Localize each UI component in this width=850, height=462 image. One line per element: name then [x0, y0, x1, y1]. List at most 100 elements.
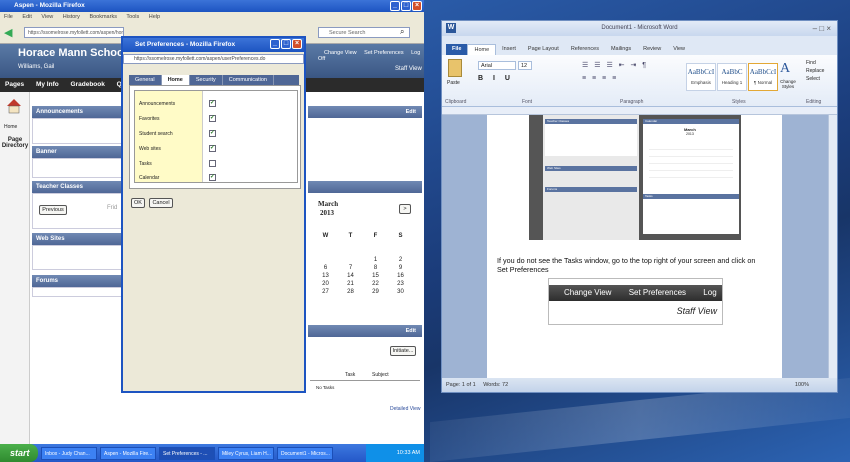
calendar-day[interactable]: 1	[363, 256, 388, 264]
tab-home[interactable]: Home	[467, 44, 497, 55]
maximize-icon[interactable]: □	[401, 1, 411, 11]
paste-icon[interactable]	[448, 59, 462, 77]
tab-view[interactable]: View	[667, 44, 691, 55]
menu-file[interactable]: File	[4, 14, 13, 20]
checkbox-calendar[interactable]: ✓	[209, 174, 216, 181]
checkbox-tasks[interactable]	[209, 160, 216, 167]
calendar-day[interactable]: 13	[313, 272, 338, 280]
change-styles-label[interactable]: Change Styles	[777, 79, 799, 89]
start-button[interactable]: start	[0, 444, 38, 462]
search-input[interactable]: Secure Search	[318, 27, 410, 38]
calendar-day[interactable]: 29	[363, 288, 388, 296]
minimize-icon[interactable]: _	[270, 39, 280, 49]
tab-mailings[interactable]: Mailings	[605, 44, 637, 55]
home-label[interactable]: Home	[4, 124, 17, 130]
find-button[interactable]: Find	[806, 59, 824, 67]
change-view-link[interactable]: Change View	[324, 50, 357, 56]
tab-my-info[interactable]: My Info	[31, 78, 64, 92]
page-directory-link[interactable]: Page Directory	[1, 137, 29, 149]
tab-gradebook[interactable]: Gradebook	[66, 78, 110, 92]
cancel-button[interactable]: Cancel	[149, 198, 173, 208]
calendar-day[interactable]: 20	[313, 280, 338, 288]
calendar-day[interactable]: 14	[338, 272, 363, 280]
tab-pages[interactable]: Pages	[0, 78, 29, 92]
home-icon[interactable]	[6, 98, 22, 114]
tab-home[interactable]: Home	[161, 75, 190, 85]
close-icon[interactable]: ×	[292, 39, 302, 49]
font-name-select[interactable]: Arial	[478, 61, 516, 70]
set-preferences-link[interactable]: Set Preferences	[364, 50, 403, 56]
taskbar-item-inbox[interactable]: Inbox - Judy Chan...	[41, 446, 97, 460]
menu-help[interactable]: Help	[149, 14, 160, 20]
font-size-select[interactable]: 12	[518, 61, 532, 70]
zoom-level[interactable]: 100%	[795, 378, 809, 392]
style-emphasis[interactable]: AaBbCcI Emphasis	[686, 63, 716, 91]
word-window-controls[interactable]: – □ ×	[813, 21, 831, 36]
checkbox-announcements[interactable]: ✓	[209, 100, 216, 107]
menu-tools[interactable]: Tools	[126, 14, 139, 20]
calendar-day[interactable]: 21	[338, 280, 363, 288]
calendar-year: 2013	[320, 209, 334, 217]
taskbar-item-set-preferences[interactable]: Set Preferences - ...	[159, 446, 215, 460]
style-heading-1[interactable]: AaBbC Heading 1	[717, 63, 747, 91]
style-normal[interactable]: AaBbCcI ¶ Normal	[748, 63, 778, 91]
menu-bookmarks[interactable]: Bookmarks	[89, 14, 117, 20]
menu-view[interactable]: View	[41, 14, 53, 20]
minimize-icon[interactable]: _	[390, 1, 400, 11]
calendar-day[interactable]: 27	[313, 288, 338, 296]
checkbox-web-sites[interactable]: ✓	[209, 145, 216, 152]
document-text[interactable]: If you do not see the Tasks window, go t…	[497, 256, 767, 274]
calendar-day[interactable]	[313, 256, 338, 264]
calendar-day[interactable]: 30	[388, 288, 413, 296]
replace-button[interactable]: Replace	[806, 67, 824, 75]
calendar-day[interactable]: 2	[388, 256, 413, 264]
maximize-icon[interactable]: □	[281, 39, 291, 49]
taskbar-item-document1[interactable]: Document1 - Micros...	[277, 446, 333, 460]
align-buttons[interactable]: ≡ ≡ ≡ ≡	[582, 75, 618, 82]
calendar-day[interactable]: 22	[363, 280, 388, 288]
address-bar[interactable]: https://ssomelrose.myfollett.com/aspen/h…	[24, 27, 124, 38]
taskbar-item-miley[interactable]: Miley Cyrus, Liam H...	[218, 446, 274, 460]
edit-link[interactable]: Edit	[406, 106, 416, 118]
back-arrow-icon[interactable]: ◀	[4, 26, 12, 39]
tab-review[interactable]: Review	[637, 44, 667, 55]
tab-general[interactable]: General	[129, 75, 162, 85]
calendar-day[interactable]: 28	[338, 288, 363, 296]
paste-label[interactable]: Paste	[447, 80, 460, 86]
vertical-scrollbar[interactable]	[828, 115, 837, 378]
close-icon[interactable]: ×	[412, 1, 422, 11]
tab-insert[interactable]: Insert	[496, 44, 522, 55]
thumb-year: 2013	[686, 132, 694, 136]
menu-history[interactable]: History	[63, 14, 80, 20]
ok-button[interactable]: OK	[131, 198, 145, 208]
tab-page-layout[interactable]: Page Layout	[522, 44, 565, 55]
taskbar-item-aspen[interactable]: Aspen - Mozilla Fire...	[100, 446, 156, 460]
calendar-day[interactable]: 8	[363, 264, 388, 272]
calendar-day[interactable]	[338, 256, 363, 264]
previous-button[interactable]: Previous	[39, 205, 67, 215]
format-buttons[interactable]: B I U	[478, 75, 514, 82]
tasks-edit-link[interactable]: Edit	[406, 325, 416, 337]
checkbox-favorites[interactable]: ✓	[209, 115, 216, 122]
calendar-day[interactable]: 6	[313, 264, 338, 272]
status-words[interactable]: Words: 72	[483, 382, 508, 388]
select-button[interactable]: Select	[806, 75, 824, 83]
tab-references[interactable]: References	[565, 44, 605, 55]
initiate-button[interactable]: Initiate...	[390, 346, 416, 356]
menu-edit[interactable]: Edit	[22, 14, 31, 20]
change-styles-icon[interactable]: A	[780, 61, 790, 77]
detailed-view-link[interactable]: Detailed View	[390, 406, 420, 412]
tab-communication[interactable]: Communication	[223, 75, 274, 85]
list-buttons[interactable]: ☰ ☰ ☰ ⇤ ⇥ ¶	[582, 61, 648, 69]
calendar-day[interactable]: 7	[338, 264, 363, 272]
tab-security[interactable]: Security	[190, 75, 223, 85]
checkbox-student-search[interactable]: ✓	[209, 130, 216, 137]
calendar-day[interactable]: 15	[363, 272, 388, 280]
calendar-day[interactable]: 9	[388, 264, 413, 272]
status-page[interactable]: Page: 1 of 1	[446, 382, 476, 388]
calendar-next-button[interactable]: >	[399, 204, 411, 214]
tab-file[interactable]: File	[446, 44, 468, 55]
calendar-day[interactable]: 23	[388, 280, 413, 288]
calendar-day[interactable]: 16	[388, 272, 413, 280]
search-icon[interactable]: ⌕	[400, 27, 404, 37]
